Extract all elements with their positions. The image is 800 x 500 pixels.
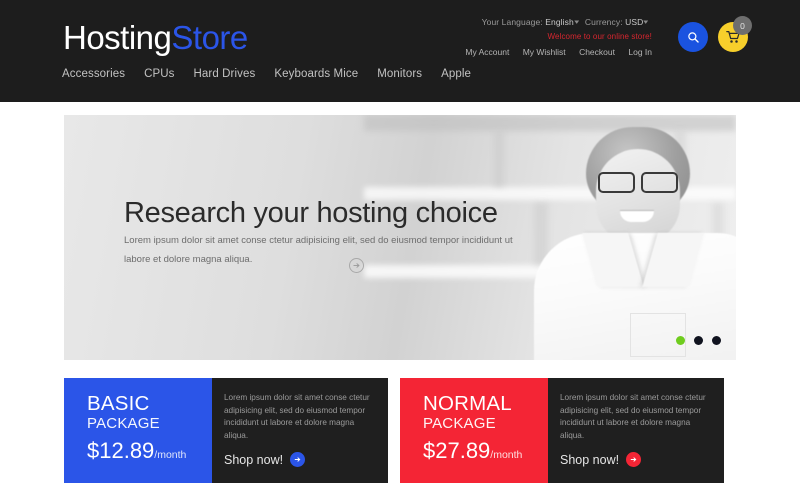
package-shop-now-button[interactable]: Shop now! <box>224 452 376 468</box>
search-button[interactable] <box>678 22 708 52</box>
nav-item-apple[interactable]: Apple <box>441 68 471 80</box>
language-value[interactable]: English <box>545 17 574 27</box>
carousel-dot-2[interactable] <box>694 336 703 345</box>
package-cta-label: Shop now! <box>560 452 620 467</box>
package-cta-label: Shop now! <box>224 452 284 467</box>
link-my-wishlist[interactable]: My Wishlist <box>523 47 566 57</box>
nav-item-cpus[interactable]: CPUs <box>144 68 174 80</box>
main-navigation: Accessories CPUs Hard Drives Keyboards M… <box>62 68 471 80</box>
package-card-normal[interactable]: NORMAL PACKAGE $27.89/month Lorem ipsum … <box>400 378 724 483</box>
package-price: $27.89/month <box>423 440 548 466</box>
logo-text-primary: Hosting <box>63 19 172 56</box>
site-header: HostingStore Your Language: English▾ Cur… <box>0 0 800 102</box>
welcome-message: Welcome to our online store! <box>547 32 652 41</box>
package-price-value: $27.89 <box>423 438 491 463</box>
hero-read-more-button[interactable] <box>349 258 364 273</box>
language-label: Your Language: <box>481 17 543 27</box>
package-name: BASIC <box>87 392 150 415</box>
nav-item-accessories[interactable]: Accessories <box>62 68 125 80</box>
arrow-right-icon <box>626 452 642 468</box>
account-links: My Account My Wishlist Checkout Log In <box>465 48 652 57</box>
header-utility-bar: Your Language: English▾ Currency: USD▾ W… <box>465 18 652 57</box>
chevron-down-icon[interactable]: ▾ <box>644 19 649 26</box>
package-description: Lorem ipsum dolor sit amet conse ctetur … <box>224 393 370 440</box>
nav-item-keyboards-mice[interactable]: Keyboards Mice <box>274 68 358 80</box>
package-price-value: $12.89 <box>87 438 155 463</box>
logo-text-secondary: Store <box>171 19 248 56</box>
bookshelf-decor <box>494 131 504 187</box>
link-checkout[interactable]: Checkout <box>579 47 615 57</box>
hero-description: Lorem ipsum dolor sit amet conse ctetur … <box>124 235 513 265</box>
hero-photo-person <box>534 115 736 360</box>
package-price-period: /month <box>154 449 187 461</box>
person-shirt-pocket <box>630 313 686 357</box>
package-card-basic[interactable]: BASIC PACKAGE $12.89/month Lorem ipsum d… <box>64 378 388 483</box>
hero-description-wrapper: Lorem ipsum dolor sit amet conse ctetur … <box>124 230 524 273</box>
chevron-down-icon[interactable]: ▾ <box>574 19 579 26</box>
package-price: $12.89/month <box>87 440 212 466</box>
currency-label: Currency: <box>584 17 623 27</box>
package-price-panel: NORMAL PACKAGE $27.89/month <box>400 378 548 483</box>
arrow-right-icon <box>290 452 306 468</box>
carousel-dot-1[interactable] <box>676 336 685 345</box>
link-my-account[interactable]: My Account <box>465 47 509 57</box>
hero-text-block: Research your hosting choice Lorem ipsum… <box>124 197 524 273</box>
package-subtitle: PACKAGE <box>423 415 496 432</box>
package-price-period: /month <box>490 449 523 461</box>
carousel-dots <box>676 336 721 345</box>
locale-selectors: Your Language: English▾ Currency: USD▾ <box>465 18 652 27</box>
package-name: NORMAL <box>423 392 512 415</box>
hero-title: Research your hosting choice <box>124 197 498 229</box>
package-description: Lorem ipsum dolor sit amet conse ctetur … <box>560 393 706 440</box>
package-cards: BASIC PACKAGE $12.89/month Lorem ipsum d… <box>64 378 736 483</box>
package-shop-now-button[interactable]: Shop now! <box>560 452 712 468</box>
carousel-dot-3[interactable] <box>712 336 721 345</box>
person-face <box>596 149 680 243</box>
currency-value[interactable]: USD <box>625 17 643 27</box>
package-price-panel: BASIC PACKAGE $12.89/month <box>64 378 212 483</box>
arrow-right-icon <box>353 263 360 268</box>
package-subtitle: PACKAGE <box>87 415 160 432</box>
nav-item-monitors[interactable]: Monitors <box>377 68 422 80</box>
link-log-in[interactable]: Log In <box>628 47 652 57</box>
nav-item-hard-drives[interactable]: Hard Drives <box>194 68 256 80</box>
cart-count-badge: 0 <box>733 16 752 35</box>
glasses-icon <box>598 172 678 193</box>
site-logo[interactable]: HostingStore <box>63 18 248 58</box>
search-icon <box>687 31 699 43</box>
hero-carousel: Research your hosting choice Lorem ipsum… <box>64 115 736 360</box>
package-info-panel: Lorem ipsum dolor sit amet conse ctetur … <box>548 378 724 483</box>
package-info-panel: Lorem ipsum dolor sit amet conse ctetur … <box>212 378 388 483</box>
